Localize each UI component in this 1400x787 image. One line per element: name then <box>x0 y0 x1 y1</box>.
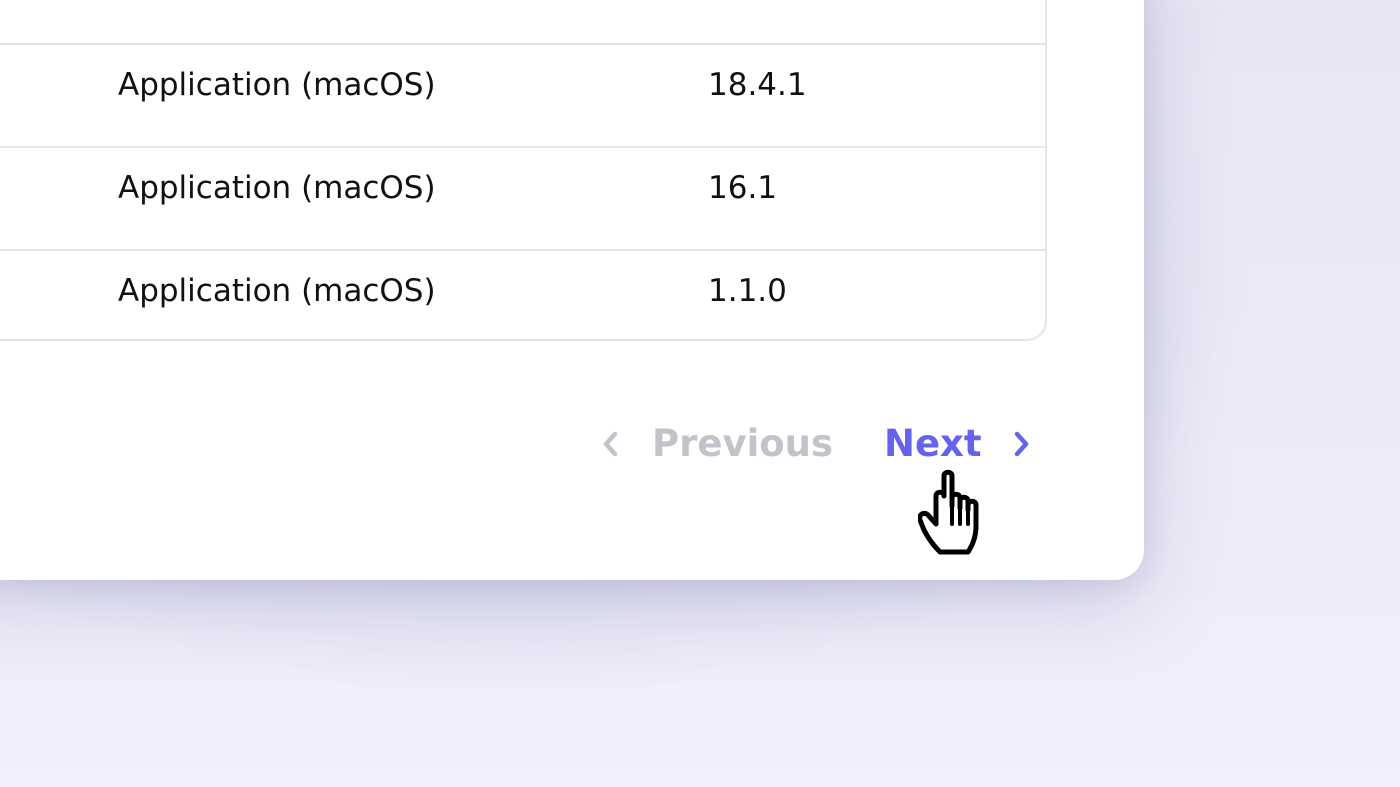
table-row[interactable]: Application (macOS) 1.1.0 <box>0 249 1045 343</box>
next-label: Next <box>884 422 982 465</box>
table-row[interactable]: Application (macOS) 16.1 <box>0 146 1045 250</box>
previous-page-button[interactable]: Previous <box>600 422 833 465</box>
previous-label: Previous <box>652 422 834 465</box>
table-cell-version: 1.1.0 <box>708 273 787 309</box>
table-cell-type: Application (macOS) <box>118 273 436 309</box>
hand-pointer-cursor-icon <box>917 468 998 560</box>
table-row[interactable]: Application (macOS) 18.4.1 <box>0 43 1045 147</box>
applications-table: Application (macOS) 18.4.1 Application (… <box>0 0 1047 341</box>
table-cell-version: 18.4.1 <box>708 67 807 103</box>
table-cell-version: 16.1 <box>708 170 778 206</box>
table-cell-type: Application (macOS) <box>118 170 436 206</box>
chevron-left-icon <box>600 429 622 459</box>
chevron-right-icon <box>1010 429 1032 459</box>
next-page-button[interactable]: Next <box>884 422 1032 465</box>
table-cell-type: Application (macOS) <box>118 67 436 103</box>
